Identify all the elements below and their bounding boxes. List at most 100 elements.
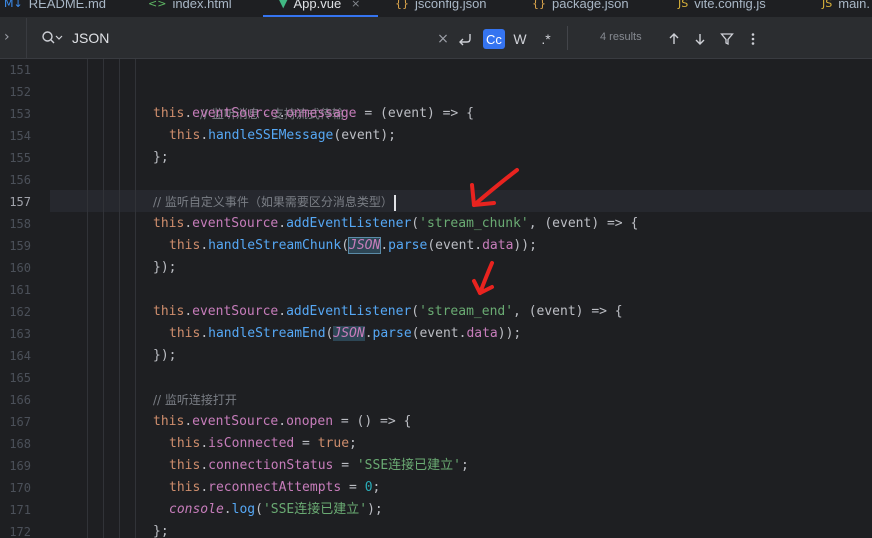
property: isConnected [208,436,295,451]
code-line: this.eventSource.addEventListener('strea… [153,213,638,235]
line-number: 153 [9,107,31,121]
punct: . [200,326,209,341]
property: onmessage [286,106,357,121]
function-call: addEventListener [286,304,412,319]
code-line: this.handleStreamEnd(JSON.parse(event.da… [169,323,521,345]
code-editor[interactable]: 151 152 153 154 155 156 157 158 159 160 … [0,59,872,538]
indent-guide [119,59,120,538]
search-results-count: 4 results [600,31,642,43]
clear-search-icon[interactable]: × [436,29,450,49]
code-line: console.log('SSE连接已建立'); [169,499,383,521]
code-line: this.eventSource.onopen = () => { [153,411,411,433]
punct: . [184,106,193,121]
line-number: 152 [9,85,31,99]
code-text: = () => { [333,414,412,429]
find-bar: › × Cc W .* 4 results [0,18,872,59]
code-line: this.isConnected = true; [169,433,357,455]
tab-label: main. [838,0,871,11]
keyword-this: this [153,106,185,121]
function-call: log [231,502,256,517]
punct: . [200,238,209,253]
code-line: }); [153,345,176,367]
punct: ); [367,502,383,517]
match-case-button[interactable]: Cc [483,29,505,49]
search-input[interactable] [72,28,412,48]
indent-guide [103,59,104,538]
code-text: , (event) => { [528,216,639,231]
line-number: 163 [9,327,31,341]
tab-package-json[interactable]: {} package.json [532,0,629,15]
punct: ; [372,480,381,495]
annotation-arrow-icon [470,168,519,207]
punct: . [184,216,193,231]
tab-app-vue[interactable]: ▼ App.vue × [279,0,360,15]
function-call: handleSSEMessage [208,128,334,143]
line-number: 154 [9,129,31,143]
number-literal: 0 [364,480,373,495]
string-literal: 'SSE连接已建立' [262,502,368,517]
js-icon: JS [678,0,689,10]
words-button[interactable]: W [512,29,528,49]
line-number: 167 [9,415,31,429]
line-number: 172 [9,525,31,538]
keyword-this: this [153,216,185,231]
tab-index-html[interactable]: <> index.html [148,0,232,15]
line-number: 155 [9,151,31,165]
code-text: }; [153,524,169,538]
previous-occurrence-icon[interactable] [666,29,682,49]
close-tab-icon[interactable]: × [351,0,360,10]
punct: . [278,414,287,429]
tab-jsconfig[interactable]: {} jsconfig.json [395,0,487,15]
punct: . [200,128,209,143]
code-line: this.eventSource.onmessage = (event) => … [153,103,474,125]
find-bar-divider [26,18,27,58]
punct: . [364,326,373,341]
code-line: this.handleSSEMessage(event); [169,125,396,147]
active-tab-indicator [263,15,378,17]
code-text: (event. [411,326,467,341]
keyword-this: this [169,458,201,473]
function-call: parse [372,326,412,341]
tab-label: App.vue [293,0,342,11]
property: data [466,326,498,341]
code-line: this.connectionStatus = 'SSE连接已建立'; [169,455,469,477]
line-number: 169 [9,459,31,473]
regex-button[interactable]: .* [538,29,554,49]
html-icon: <> [148,0,167,10]
line-number: 165 [9,371,31,385]
line-number: 162 [9,305,31,319]
code-line: this.reconnectAttempts = 0; [169,477,380,499]
new-line-icon[interactable] [456,29,474,49]
tab-vite-config[interactable]: JS vite.config.js [678,0,766,15]
code-text: )); [513,238,537,253]
punct: ( [411,304,420,319]
search-match-selected[interactable]: JSON [348,237,382,254]
code-line: // 监听连接打开 [153,389,237,411]
next-occurrence-icon[interactable] [692,29,708,49]
punct: ( [411,216,420,231]
function-call: handleStreamEnd [208,326,326,341]
filter-icon[interactable] [719,29,735,49]
code-text: (event); [333,128,396,143]
search-match[interactable]: JSON [333,326,365,341]
tab-readme[interactable]: M↓ README.md [4,0,106,15]
chevron-right-icon[interactable]: › [4,29,18,45]
code-text: }; [153,150,169,165]
code-text: }); [153,260,177,275]
editor-tab-bar: M↓ README.md <> index.html ▼ App.vue × {… [0,0,872,18]
punct: . [380,238,389,253]
line-number: 171 [9,503,31,517]
code-text: )); [497,326,522,341]
indent-guide [135,59,136,538]
comment: // 监听连接打开 [153,393,237,407]
more-options-icon[interactable] [745,29,761,49]
json-icon: {} [395,0,409,10]
keyword-this: this [169,326,201,341]
function-call: parse [388,238,428,253]
tab-label: index.html [172,0,232,11]
line-number: 170 [9,481,31,495]
search-history-icon[interactable] [41,30,63,46]
code-text: = [333,458,357,473]
code-text: , (event) => { [513,304,623,319]
tab-main[interactable]: JS main. [822,0,870,15]
